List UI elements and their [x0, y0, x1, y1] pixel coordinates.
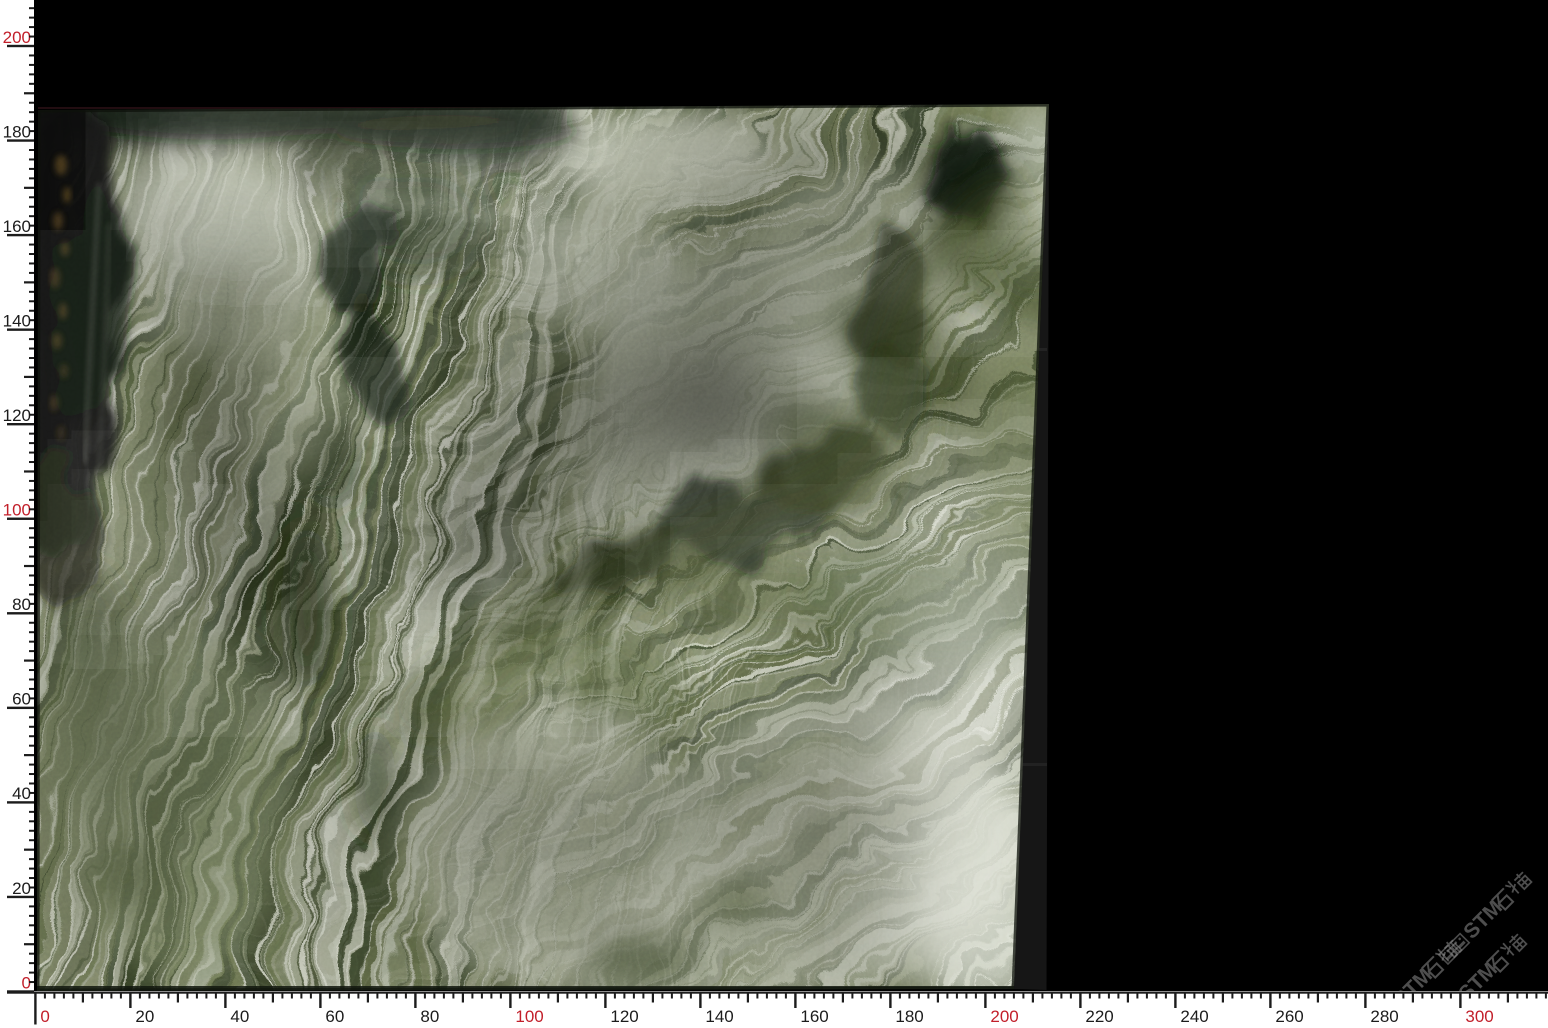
svg-text:220: 220 — [1085, 1007, 1113, 1026]
svg-text:40: 40 — [230, 1007, 249, 1026]
svg-text:80: 80 — [420, 1007, 439, 1026]
svg-text:120: 120 — [3, 406, 31, 425]
svg-text:0: 0 — [40, 1007, 49, 1026]
svg-text:140: 140 — [705, 1007, 733, 1026]
svg-text:60: 60 — [12, 690, 31, 709]
svg-text:120: 120 — [610, 1007, 638, 1026]
svg-text:200: 200 — [990, 1007, 1018, 1026]
svg-text:280: 280 — [1370, 1007, 1398, 1026]
svg-text:80: 80 — [12, 595, 31, 614]
svg-text:40: 40 — [12, 784, 31, 803]
svg-text:260: 260 — [1275, 1007, 1303, 1026]
svg-text:60: 60 — [325, 1007, 344, 1026]
svg-text:180: 180 — [895, 1007, 923, 1026]
svg-text:200: 200 — [3, 28, 31, 47]
svg-text:140: 140 — [3, 311, 31, 330]
svg-text:20: 20 — [12, 879, 31, 898]
svg-text:100: 100 — [3, 501, 31, 520]
svg-text:240: 240 — [1180, 1007, 1208, 1026]
svg-text:300: 300 — [1465, 1007, 1493, 1026]
svg-text:180: 180 — [3, 122, 31, 141]
svg-text:20: 20 — [135, 1007, 154, 1026]
svg-text:100: 100 — [515, 1007, 543, 1026]
svg-text:160: 160 — [800, 1007, 828, 1026]
svg-text:160: 160 — [3, 217, 31, 236]
